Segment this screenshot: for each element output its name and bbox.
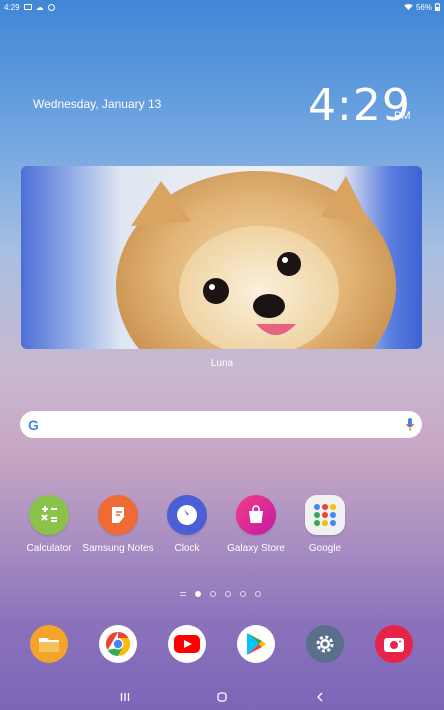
app-galaxy-store[interactable]: Galaxy Store [216, 495, 296, 555]
app-label: Calculator [26, 543, 72, 554]
app-label: Clock [174, 543, 200, 554]
dog-photo [116, 171, 396, 349]
app-label: Google [308, 543, 342, 554]
home-menu-indicator [180, 592, 186, 596]
chrome-icon[interactable] [99, 625, 137, 663]
photo-widget[interactable] [21, 166, 422, 349]
google-logo: G [28, 416, 39, 433]
clock-ampm: PM [394, 110, 411, 122]
page-dot [225, 591, 231, 597]
gallery-notification-icon [23, 4, 32, 10]
app-google-folder[interactable]: Google [285, 495, 365, 555]
youtube-icon[interactable] [168, 625, 206, 663]
battery-percent: 56% [415, 2, 432, 12]
status-time: 4:29 [4, 2, 20, 12]
app-label: Galaxy Store [227, 543, 285, 554]
navigation-bar [0, 686, 444, 708]
store-icon [236, 495, 276, 535]
google-search-bar[interactable]: G [20, 411, 422, 438]
page-indicator[interactable] [180, 591, 261, 597]
page-dot [255, 591, 261, 597]
calculator-icon [29, 495, 69, 535]
home-button[interactable] [215, 690, 229, 704]
photo-caption: Luna [210, 358, 234, 369]
wifi-icon [404, 3, 413, 10]
my-files-icon[interactable] [30, 625, 68, 663]
back-icon [317, 692, 323, 702]
app-calculator[interactable]: Calculator [9, 495, 89, 555]
battery-icon [435, 3, 440, 11]
mic-icon[interactable] [406, 417, 414, 432]
app-clock[interactable]: Clock [147, 495, 227, 555]
app-samsung-notes[interactable]: Samsung Notes [78, 495, 158, 555]
recent-apps-button[interactable] [118, 690, 132, 704]
recents-icon [120, 693, 130, 701]
notes-icon [98, 495, 138, 535]
status-bar: 4:29 ☁ 56% [0, 0, 444, 14]
camera-icon[interactable] [375, 625, 413, 663]
home-icon [217, 692, 227, 702]
clock-time[interactable]: 4:29 [308, 80, 411, 131]
google-folder-icon [305, 495, 345, 535]
settings-icon[interactable] [306, 625, 344, 663]
clock-notification-icon [47, 3, 55, 11]
page-dot-active [195, 591, 201, 597]
app-label: Samsung Notes [82, 543, 154, 554]
cloud-notification-icon: ☁ [35, 2, 44, 12]
date-text[interactable]: Wednesday, January 13 [33, 97, 161, 111]
page-dot [210, 591, 216, 597]
page-dot [240, 591, 246, 597]
play-store-icon[interactable] [237, 625, 275, 663]
back-button[interactable] [313, 690, 327, 704]
clock-icon [167, 495, 207, 535]
